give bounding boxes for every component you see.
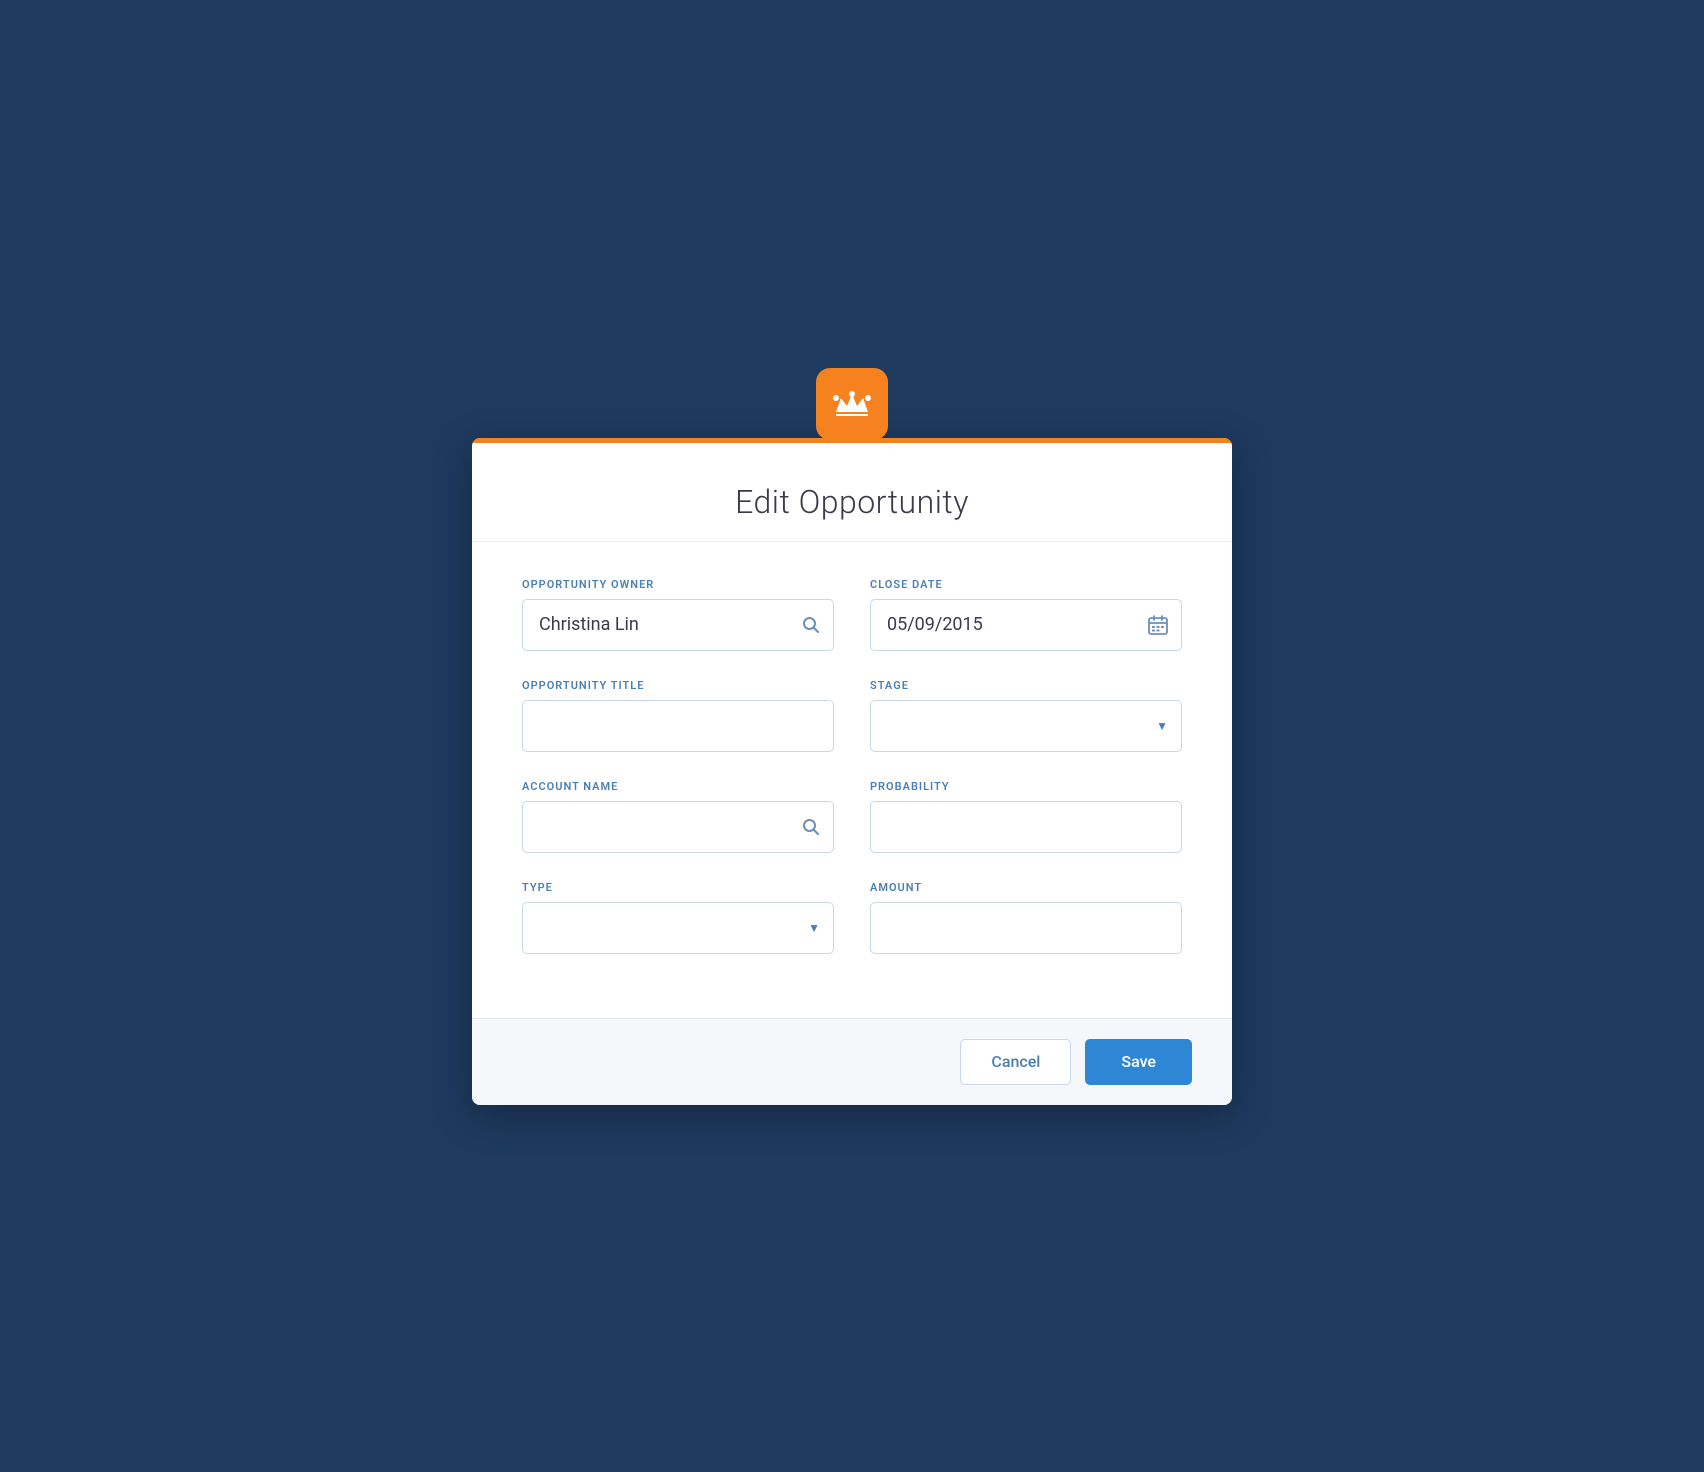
form-row-3: ACCOUNT NAME PROBABILITY bbox=[522, 780, 1182, 853]
modal-body: OPPORTUNITY OWNER CLOSE DATE bbox=[472, 542, 1232, 1018]
close-date-input-wrapper bbox=[870, 599, 1182, 651]
account-name-label: ACCOUNT NAME bbox=[522, 780, 834, 793]
cancel-button[interactable]: Cancel bbox=[960, 1039, 1071, 1085]
stage-label: STAGE bbox=[870, 679, 1182, 692]
type-select-wrapper: Existing Business New Business ▼ bbox=[522, 902, 834, 954]
crown-icon-wrapper bbox=[816, 368, 888, 440]
amount-input-wrapper bbox=[870, 902, 1182, 954]
form-group-type: TYPE Existing Business New Business ▼ bbox=[522, 881, 834, 954]
modal-wrapper: Edit Opportunity OPPORTUNITY OWNER bbox=[472, 368, 1232, 1105]
close-date-input[interactable] bbox=[870, 599, 1182, 651]
form-group-opportunity-owner: OPPORTUNITY OWNER bbox=[522, 578, 834, 651]
form-group-account-name: ACCOUNT NAME bbox=[522, 780, 834, 853]
modal-title: Edit Opportunity bbox=[512, 483, 1192, 521]
stage-select-wrapper: Prospecting Qualification Needs Analysis… bbox=[870, 700, 1182, 752]
form-group-close-date: CLOSE DATE bbox=[870, 578, 1182, 651]
form-group-amount: AMOUNT bbox=[870, 881, 1182, 954]
modal-footer: Cancel Save bbox=[472, 1018, 1232, 1105]
crown-icon bbox=[833, 390, 871, 418]
account-name-input[interactable] bbox=[522, 801, 834, 853]
amount-label: AMOUNT bbox=[870, 881, 1182, 894]
probability-input-wrapper bbox=[870, 801, 1182, 853]
modal-header: Edit Opportunity bbox=[472, 443, 1232, 542]
opportunity-title-input-wrapper bbox=[522, 700, 834, 752]
opportunity-owner-label: OPPORTUNITY OWNER bbox=[522, 578, 834, 591]
type-label: TYPE bbox=[522, 881, 834, 894]
modal-dialog: Edit Opportunity OPPORTUNITY OWNER bbox=[472, 438, 1232, 1105]
form-row-4: TYPE Existing Business New Business ▼ AM… bbox=[522, 881, 1182, 954]
amount-input[interactable] bbox=[870, 902, 1182, 954]
form-group-stage: STAGE Prospecting Qualification Needs An… bbox=[870, 679, 1182, 752]
probability-input[interactable] bbox=[870, 801, 1182, 853]
probability-label: PROBABILITY bbox=[870, 780, 1182, 793]
form-row-2: OPPORTUNITY TITLE STAGE Prospecting Qual… bbox=[522, 679, 1182, 752]
opportunity-title-label: OPPORTUNITY TITLE bbox=[522, 679, 834, 692]
opportunity-title-input[interactable] bbox=[522, 700, 834, 752]
form-group-opportunity-title: OPPORTUNITY TITLE bbox=[522, 679, 834, 752]
form-group-probability: PROBABILITY bbox=[870, 780, 1182, 853]
opportunity-owner-input-wrapper bbox=[522, 599, 834, 651]
stage-select[interactable]: Prospecting Qualification Needs Analysis… bbox=[870, 700, 1182, 752]
form-row-1: OPPORTUNITY OWNER CLOSE DATE bbox=[522, 578, 1182, 651]
crown-icon-box bbox=[816, 368, 888, 440]
close-date-label: CLOSE DATE bbox=[870, 578, 1182, 591]
account-name-input-wrapper bbox=[522, 801, 834, 853]
type-select[interactable]: Existing Business New Business bbox=[522, 902, 834, 954]
opportunity-owner-input[interactable] bbox=[522, 599, 834, 651]
save-button[interactable]: Save bbox=[1085, 1039, 1192, 1085]
